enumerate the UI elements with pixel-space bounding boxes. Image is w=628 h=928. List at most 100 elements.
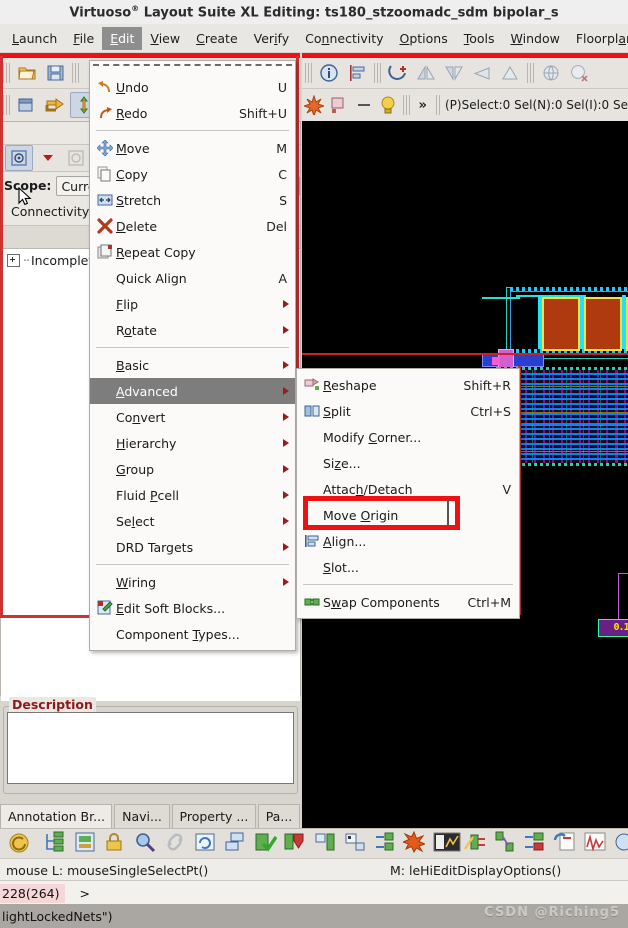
globe-remove-icon[interactable] [566,61,592,85]
tab-palette[interactable]: Pa... [257,804,301,828]
menu-item-group[interactable]: Group [90,456,295,482]
menu-item-flip[interactable]: Flip [90,291,295,317]
check-cell-icon[interactable] [73,831,101,857]
menu-item-edit-soft-blocks[interactable]: Edit Soft Blocks... [90,595,295,621]
link-icon[interactable] [163,831,191,857]
flatten-explode-icon[interactable] [401,830,431,857]
globe-icon[interactable] [538,61,564,85]
swap-pins-icon[interactable] [523,831,551,857]
probe-icon[interactable] [343,831,371,857]
report-icon[interactable] [553,831,581,857]
refresh-blue-icon[interactable] [193,831,221,857]
menu-item-undo[interactable]: Undo U [90,74,295,100]
info-icon[interactable] [316,61,342,85]
submenu-item-swap-components[interactable]: Swap Components Ctrl+M [297,589,519,615]
menu-floorplan[interactable]: Floorplan [568,27,628,50]
explode-icon[interactable] [303,93,326,117]
submenu-item-split[interactable]: Split Ctrl+S [297,398,519,424]
menu-create[interactable]: Create [188,27,246,50]
menu-item-advanced[interactable]: Advanced [90,378,295,404]
dropdown-arrow-icon[interactable] [35,146,61,170]
drd-shield-icon[interactable] [283,831,311,857]
toolbar-grip-icon-2[interactable] [72,63,79,83]
undo-arrow-icon[interactable] [42,93,68,117]
layer-panel-icon[interactable] [433,831,461,857]
menu-view[interactable]: View [142,27,188,50]
command-prompt[interactable]: > [65,886,89,901]
advanced-submenu[interactable]: Reshape Shift+R Split Ctrl+S Modify Corn… [296,368,520,619]
extract-icon[interactable] [223,831,251,857]
verify-check-icon[interactable] [253,831,281,857]
menu-item-copy[interactable]: Copy C [90,161,295,187]
menu-verify[interactable]: Verify [246,27,298,50]
submenu-item-modify-corner[interactable]: Modify Corner... [297,424,519,450]
menu-tools[interactable]: Tools [456,27,503,50]
toolbar-grip-icon-8[interactable] [435,95,442,115]
tab-annotation-browser[interactable]: Annotation Br... [0,804,113,828]
menu-item-basic[interactable]: Basic [90,352,295,378]
shape-edit-icon[interactable] [328,93,351,117]
submenu-item-size[interactable]: Size... [297,450,519,476]
menu-item-convert[interactable]: Convert [90,404,295,430]
menu-item-repeat-copy[interactable]: Repeat Copy [90,239,295,265]
menu-item-hierarchy[interactable]: Hierarchy [90,430,295,456]
submenu-item-align[interactable]: Align... [297,528,519,554]
save-icon[interactable] [42,61,68,85]
description-field[interactable] [7,712,294,784]
edit-dropdown-menu[interactable]: Undo U Redo Shift+U Move M Copy C Stretc… [89,60,296,651]
menu-item-drd-targets[interactable]: DRD Targets [90,534,295,560]
mirror-left-icon[interactable] [469,61,495,85]
menu-options[interactable]: Options [392,27,456,50]
menu-item-delete[interactable]: Delete Del [90,213,295,239]
menu-item-redo[interactable]: Redo Shift+U [90,100,295,126]
menu-item-wiring[interactable]: Wiring [90,569,295,595]
new-window-icon[interactable] [14,93,40,117]
toolbar-grip-icon-3[interactable] [3,95,10,115]
hierarchy-green-icon[interactable] [43,831,71,857]
toolbar-grip-icon-5[interactable] [374,63,381,83]
flip-horizontal-icon[interactable] [413,61,439,85]
menu-item-rotate[interactable]: Rotate [90,317,295,343]
toolbar-grip-icon-6[interactable] [527,63,534,83]
tab-navigator[interactable]: Navi... [114,804,170,828]
submenu-item-attach-detach[interactable]: Attach/Detach V [297,476,519,502]
tab-property[interactable]: Property ... [171,804,256,828]
net-highlight-icon[interactable] [313,831,341,857]
submenu-item-reshape[interactable]: Reshape Shift+R [297,372,519,398]
toolbar-grip-icon[interactable] [3,63,10,83]
menu-item-component-types[interactable]: Component Types... [90,621,295,647]
toolbar-grip-icon-4[interactable] [305,63,312,83]
more-tools-icon[interactable] [613,831,628,857]
open-icon[interactable] [14,61,40,85]
menu-item-select[interactable]: Select [90,508,295,534]
menu-item-quick-align[interactable]: Quick Align A [90,265,295,291]
align-left-icon[interactable] [344,61,370,85]
route-wire-icon[interactable] [463,831,491,857]
expander-icon[interactable] [7,253,20,267]
menu-tearoff-handle[interactable] [93,64,292,72]
target-icon[interactable] [5,145,33,171]
flip-vertical-icon[interactable] [441,61,467,85]
toolbar-grip-icon-7[interactable] [403,95,410,115]
menu-item-stretch[interactable]: Stretch S [90,187,295,213]
search-layers-icon[interactable] [133,831,161,857]
menu-edit[interactable]: Edit [102,26,143,50]
menu-connectivity[interactable]: Connectivity [297,27,391,50]
menu-window[interactable]: Window [503,27,568,50]
minus-icon[interactable] [352,93,375,117]
menu-item-fluid-pcell[interactable]: Fluid Pcell [90,482,295,508]
mirror-up-icon[interactable] [497,61,523,85]
menu-launch[interactable]: Launch [4,27,65,50]
submenu-item-move-origin[interactable]: Move Origin [297,502,519,528]
toolbar-overflow-chevron-icon[interactable]: » [413,98,433,113]
waveform-icon[interactable] [583,831,611,857]
add-selection-icon[interactable] [385,61,411,85]
menu-file[interactable]: File [65,27,102,50]
connect-pins-icon[interactable] [493,831,521,857]
menu-item-move[interactable]: Move M [90,135,295,161]
lock-icon[interactable] [103,831,131,857]
refresh-icon[interactable] [7,831,35,857]
swap-green-icon[interactable] [373,831,401,857]
submenu-item-slot[interactable]: Slot... [297,554,519,580]
lightbulb-icon[interactable] [377,93,400,117]
